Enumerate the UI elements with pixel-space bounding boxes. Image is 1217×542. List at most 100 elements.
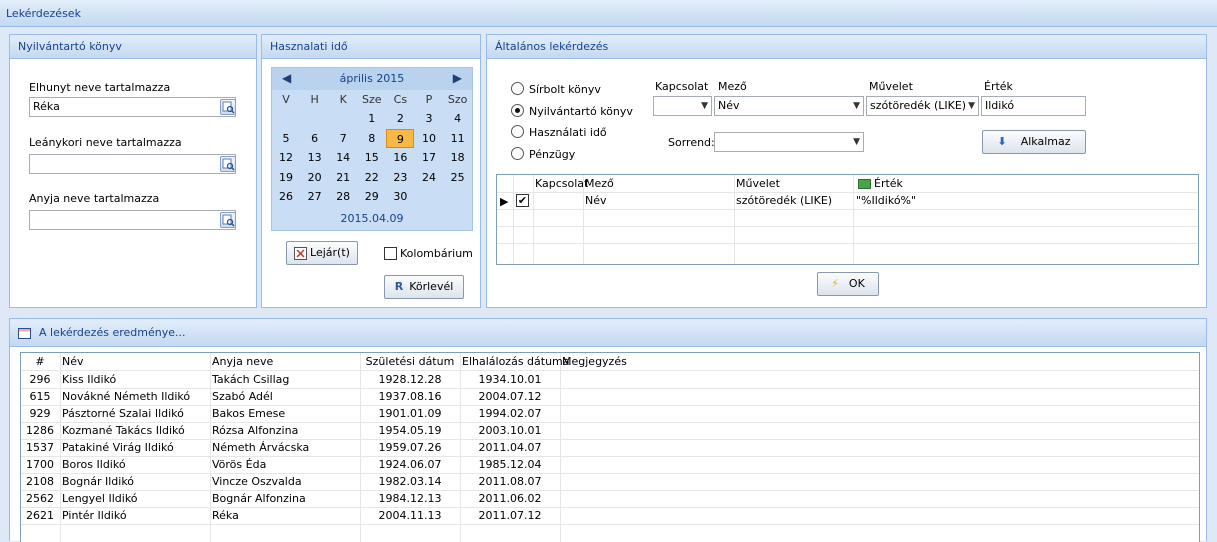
results-cell[interactable]: Boros Ildikó (62, 456, 208, 473)
maiden-name-input[interactable] (29, 154, 236, 174)
calendar-day[interactable]: 18 (444, 148, 472, 167)
results-cell[interactable]: 1924.06.07 (362, 456, 458, 473)
results-cell[interactable]: 296 (25, 371, 55, 388)
criteria-header-operation[interactable]: Művelet (736, 175, 780, 192)
results-cell[interactable]: 2004.07.12 (462, 388, 558, 405)
radio-tomb-book[interactable] (511, 82, 524, 95)
results-cell[interactable]: Szabó Adél (212, 388, 358, 405)
results-cell[interactable]: Németh Árvácska (212, 439, 358, 456)
calendar[interactable]: ◀ április 2015 ▶ V H K Sze Cs P Szo 1 2 3 4 5 6 7 8 9 10… (271, 67, 473, 231)
next-month-icon[interactable]: ▶ (453, 71, 462, 85)
calendar-day[interactable]: 24 (415, 168, 443, 187)
criteria-row-checkbox[interactable]: ✔ (516, 194, 529, 207)
ok-button[interactable]: ⚡ OK (817, 272, 879, 296)
criteria-header-value[interactable]: Érték (874, 175, 903, 192)
results-header-cell[interactable]: Elhalálozás dátuma (462, 353, 570, 370)
results-cell[interactable]: 1959.07.26 (362, 439, 458, 456)
radio-finance-label[interactable]: Pénzügy (529, 148, 575, 161)
calendar-day[interactable]: 30 (386, 187, 414, 206)
results-cell[interactable]: 1901.01.09 (362, 405, 458, 422)
results-cell[interactable]: Kozmané Takács Ildikó (62, 422, 208, 439)
calendar-day[interactable]: 14 (329, 148, 357, 167)
calendar-day[interactable]: 2 (386, 109, 414, 128)
deceased-name-lookup-icon[interactable] (220, 99, 236, 115)
results-cell[interactable]: 1985.12.04 (462, 456, 558, 473)
results-cell[interactable]: Réka (212, 507, 358, 524)
results-cell[interactable]: 615 (25, 388, 55, 405)
results-header-cell[interactable]: Születési dátum (362, 353, 458, 370)
results-cell[interactable]: 1537 (25, 439, 55, 456)
calendar-day[interactable]: 6 (301, 129, 329, 148)
expired-button[interactable]: Lejár(t) (286, 241, 358, 265)
results-header-cell[interactable]: # (25, 353, 55, 370)
results-cell[interactable]: Novákné Németh Ildikó (62, 388, 208, 405)
results-cell[interactable]: 2108 (25, 473, 55, 490)
results-cell[interactable]: 2011.06.02 (462, 490, 558, 507)
radio-registry-book-label[interactable]: Nyilvántartó könyv (529, 105, 633, 118)
results-cell[interactable]: Kiss Ildikó (62, 371, 208, 388)
results-cell[interactable]: 1954.05.19 (362, 422, 458, 439)
radio-registry-book[interactable] (511, 104, 524, 117)
results-cell[interactable]: Rózsa Alfonzina (212, 422, 358, 439)
prev-month-icon[interactable]: ◀ (282, 71, 291, 85)
results-header-cell[interactable]: Megjegyzés (562, 353, 862, 370)
calendar-day[interactable]: 8 (358, 129, 386, 148)
calendar-day[interactable]: 17 (415, 148, 443, 167)
results-cell[interactable]: 2011.04.07 (462, 439, 558, 456)
sort-select[interactable]: ▼ (714, 132, 864, 152)
columbarium-checkbox[interactable] (384, 247, 397, 260)
criteria-row-operation[interactable]: szótöredék (LIKE) (736, 192, 832, 209)
deceased-name-input[interactable]: Réka (29, 97, 236, 117)
results-cell[interactable]: 2004.11.13 (362, 507, 458, 524)
results-cell[interactable]: 2562 (25, 490, 55, 507)
results-cell[interactable]: 929 (25, 405, 55, 422)
radio-finance[interactable] (511, 147, 524, 160)
calendar-day[interactable]: 25 (444, 168, 472, 187)
calendar-day[interactable]: 26 (272, 187, 300, 206)
calendar-day[interactable]: 28 (329, 187, 357, 206)
results-cell[interactable]: 1928.12.28 (362, 371, 458, 388)
radio-tomb-book-label[interactable]: Sírbolt könyv (529, 83, 601, 96)
results-cell[interactable]: 2011.08.07 (462, 473, 558, 490)
letter-button[interactable]: R Körlevél (384, 275, 464, 299)
results-cell[interactable]: Bakos Emese (212, 405, 358, 422)
calendar-day[interactable]: 20 (301, 168, 329, 187)
connection-select[interactable]: ▼ (653, 96, 712, 116)
value-input[interactable]: Ildikó (981, 96, 1086, 116)
results-header-cell[interactable]: Anyja neve (212, 353, 358, 370)
results-grid[interactable]: # Név Anyja neve Születési dátum Elhalálozás… (20, 352, 1200, 542)
results-cell[interactable]: 1286 (25, 422, 55, 439)
results-cell[interactable]: 1937.08.16 (362, 388, 458, 405)
criteria-header-field[interactable]: Mező (585, 175, 614, 192)
calendar-day[interactable]: 23 (386, 168, 414, 187)
criteria-row-value[interactable]: "%Ildikó%" (856, 192, 916, 209)
results-cell[interactable]: Vörös Éda (212, 456, 358, 473)
results-cell[interactable]: Pásztorné Szalai Ildikó (62, 405, 208, 422)
mother-name-input[interactable] (29, 210, 236, 230)
calendar-today-footer[interactable]: 2015.04.09 (272, 208, 472, 230)
calendar-day[interactable]: 4 (444, 109, 472, 128)
results-cell[interactable]: 1700 (25, 456, 55, 473)
calendar-day[interactable]: 21 (329, 168, 357, 187)
calendar-day-selected[interactable]: 9 (386, 128, 415, 148)
results-cell[interactable]: Patakiné Virág Ildikó (62, 439, 208, 456)
calendar-day[interactable]: 12 (272, 148, 300, 167)
calendar-day[interactable]: 11 (444, 129, 472, 148)
results-cell[interactable]: 1994.02.07 (462, 405, 558, 422)
results-cell[interactable]: 1934.10.01 (462, 371, 558, 388)
calendar-day[interactable]: 22 (358, 168, 386, 187)
results-cell[interactable]: Vincze Oszvalda (212, 473, 358, 490)
calendar-day[interactable]: 3 (415, 109, 443, 128)
results-cell[interactable]: 1984.12.13 (362, 490, 458, 507)
results-cell[interactable]: 2003.10.01 (462, 422, 558, 439)
operation-select[interactable]: szótöredék (LIKE) ▼ (866, 96, 979, 116)
criteria-row-field[interactable]: Név (585, 192, 607, 209)
results-cell[interactable]: Takách Csillag (212, 371, 358, 388)
apply-button[interactable]: ⬇ Alkalmaz (982, 130, 1086, 154)
results-cell[interactable]: Bognár Alfonzina (212, 490, 358, 507)
results-cell[interactable]: 2011.07.12 (462, 507, 558, 524)
calendar-day[interactable]: 1 (358, 109, 386, 128)
results-header-cell[interactable]: Név (62, 353, 208, 370)
calendar-day[interactable]: 16 (386, 148, 414, 167)
radio-usage-time[interactable] (511, 125, 524, 138)
